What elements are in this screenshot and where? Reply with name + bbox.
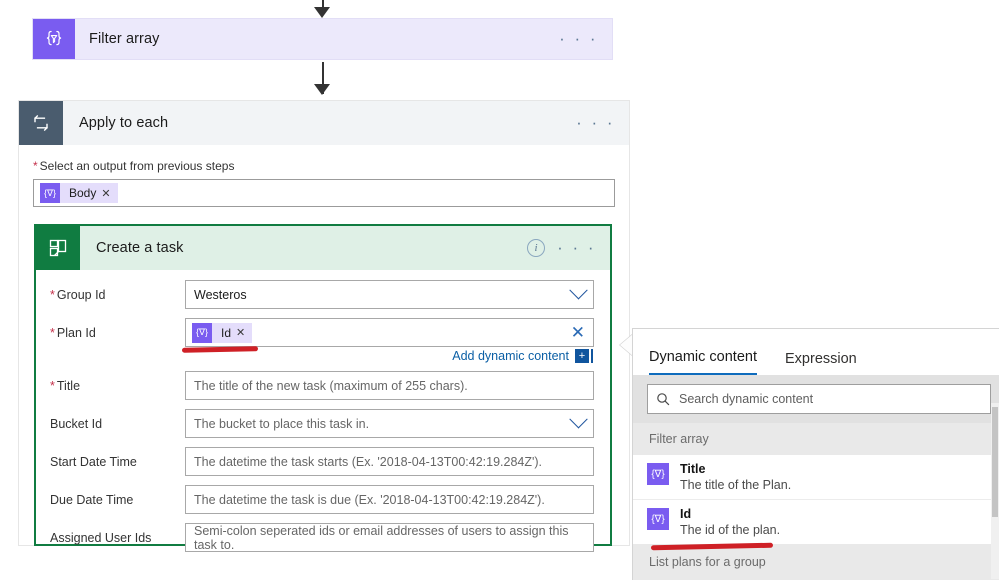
- filter-array-action-card[interactable]: Filter array · · ·: [32, 18, 613, 60]
- dynamic-item-text: Id The id of the plan.: [680, 507, 780, 538]
- field-row-group-id: * Group Id Westeros: [50, 280, 594, 309]
- group-id-value: Westeros: [194, 287, 247, 302]
- required-marker: *: [50, 287, 55, 302]
- select-output-input[interactable]: {∇} Body ✕: [33, 179, 615, 207]
- field-row-bucket-id: Bucket Id The bucket to place this task …: [50, 409, 594, 438]
- dynamic-token-body[interactable]: {∇} Body ✕: [40, 183, 118, 203]
- chevron-down-icon[interactable]: [569, 410, 588, 429]
- add-dynamic-content-link[interactable]: Add dynamic content: [452, 349, 569, 363]
- dynamic-content-tabs: Dynamic content Expression: [633, 329, 999, 375]
- field-row-due-date-time: Due Date Time The datetime the task is d…: [50, 485, 594, 514]
- text-cursor-bar: [591, 349, 593, 363]
- search-input[interactable]: Search dynamic content: [647, 384, 991, 414]
- field-row-start-date-time: Start Date Time The datetime the task st…: [50, 447, 594, 476]
- group-id-dropdown[interactable]: Westeros: [185, 280, 594, 309]
- assigned-user-ids-input[interactable]: Semi-colon seperated ids or email addres…: [185, 523, 594, 552]
- dynamic-item-id[interactable]: {∇} Id The id of the plan.: [633, 499, 999, 544]
- token-remove-icon[interactable]: ✕: [101, 187, 117, 200]
- apply-to-each-menu-button[interactable]: · · ·: [576, 114, 615, 131]
- field-label-title: * Title: [50, 379, 185, 393]
- create-a-task-title: Create a task: [96, 240, 184, 256]
- info-icon[interactable]: i: [527, 239, 546, 257]
- expression-braces-icon: {∇}: [192, 322, 212, 343]
- filter-array-title: Filter array: [89, 31, 160, 47]
- apply-to-each-header[interactable]: Apply to each · · ·: [19, 101, 629, 145]
- bucket-id-dropdown[interactable]: The bucket to place this task in.: [185, 409, 594, 438]
- expression-braces-filter-icon: [33, 19, 75, 59]
- due-date-time-input[interactable]: The datetime the task is due (Ex. '2018-…: [185, 485, 594, 514]
- required-marker: *: [50, 378, 55, 393]
- apply-to-each-header-actions: · · ·: [576, 114, 629, 131]
- field-label-text: Plan Id: [56, 325, 96, 340]
- field-label-due-date-time: Due Date Time: [50, 492, 134, 507]
- tab-dynamic-content[interactable]: Dynamic content: [649, 349, 757, 375]
- dynamic-item-description: The title of the Plan.: [680, 478, 792, 492]
- token-label: Id: [221, 325, 232, 340]
- field-row-title: * Title The title of the new task (maximu…: [50, 371, 594, 400]
- field-label-assigned-user-ids: Assigned User Ids: [50, 530, 152, 545]
- bucket-id-placeholder: The bucket to place this task in.: [194, 416, 370, 431]
- required-marker: *: [33, 159, 38, 173]
- plan-id-input[interactable]: {∇} Id ✕ ✕: [185, 318, 594, 347]
- add-plus-icon[interactable]: +: [575, 349, 589, 363]
- expression-braces-icon: {∇}: [647, 508, 669, 530]
- field-label-text: Title: [56, 378, 81, 393]
- assigned-user-ids-placeholder: Semi-colon seperated ids or email addres…: [194, 523, 569, 552]
- start-date-time-input[interactable]: The datetime the task starts (Ex. '2018-…: [185, 447, 594, 476]
- loop-repeat-icon: [19, 101, 63, 145]
- field-row-plan-id: * Plan Id {∇} Id ✕ ✕: [50, 318, 594, 347]
- create-a-task-body: * Group Id Westeros * Plan Id {∇} Id ✕ ✕…: [36, 270, 610, 552]
- select-output-label: * Select an output from previous steps: [33, 159, 615, 173]
- dynamic-item-name: Title: [680, 462, 706, 476]
- title-placeholder: The title of the new task (maximum of 25…: [194, 378, 468, 393]
- filter-array-header[interactable]: Filter array · · ·: [33, 19, 612, 59]
- dynamic-token-id[interactable]: {∇} Id ✕: [192, 322, 253, 343]
- flow-designer-canvas: Filter array · · · Apply to each · · · *…: [0, 0, 999, 580]
- search-placeholder: Search dynamic content: [679, 392, 814, 406]
- due-date-time-placeholder: The datetime the task is due (Ex. '2018-…: [194, 492, 545, 507]
- field-label-text: Group Id: [56, 287, 106, 302]
- search-icon: [657, 393, 670, 406]
- field-label-start-date-time: Start Date Time: [50, 454, 137, 469]
- dynamic-item-text: Title The title of the Plan.: [680, 462, 791, 493]
- add-dynamic-content-row: Add dynamic content +: [50, 349, 594, 363]
- microsoft-planner-icon: [36, 226, 80, 270]
- create-a-task-header[interactable]: Create a task i · · ·: [36, 226, 610, 270]
- field-label-group-id: * Group Id: [50, 288, 185, 302]
- select-output-label-text: Select an output from previous steps: [39, 159, 235, 173]
- clear-field-icon[interactable]: ✕: [571, 324, 585, 341]
- title-input[interactable]: The title of the new task (maximum of 25…: [185, 371, 594, 400]
- token-remove-icon[interactable]: ✕: [236, 326, 252, 339]
- chevron-down-icon[interactable]: [569, 281, 588, 300]
- dynamic-content-panel: Dynamic content Expression Search dynami…: [632, 328, 999, 580]
- expression-braces-icon: {∇}: [647, 463, 669, 485]
- dynamic-item-name: Id: [680, 507, 692, 521]
- dynamic-group-filter-array: Filter array: [633, 423, 999, 455]
- field-label-bucket-id: Bucket Id: [50, 416, 103, 431]
- filter-array-header-actions: · · ·: [559, 30, 612, 47]
- dynamic-content-scrollbar-thumb[interactable]: [992, 407, 998, 517]
- dynamic-content-search-area: Search dynamic content: [633, 375, 999, 423]
- connector-arrow-top: [314, 7, 330, 18]
- create-a-task-action-card[interactable]: Create a task i · · · * Group Id Westeros: [34, 224, 612, 552]
- start-date-time-placeholder: The datetime the task starts (Ex. '2018-…: [194, 454, 543, 469]
- dynamic-item-title[interactable]: {∇} Title The title of the Plan.: [633, 455, 999, 499]
- filter-array-menu-button[interactable]: · · ·: [559, 30, 598, 47]
- apply-to-each-body: * Select an output from previous steps {∇…: [19, 145, 629, 207]
- tab-expression[interactable]: Expression: [785, 351, 857, 375]
- field-label-plan-id: * Plan Id: [50, 326, 185, 340]
- expression-braces-icon: {∇}: [40, 183, 60, 203]
- required-marker: *: [50, 325, 55, 340]
- field-row-assigned-user-ids: Assigned User Ids Semi-colon seperated i…: [50, 523, 594, 552]
- dynamic-item-description: The id of the plan.: [680, 523, 781, 537]
- apply-to-each-title: Apply to each: [79, 115, 169, 131]
- connector-arrow-middle: [314, 84, 330, 95]
- token-label: Body: [69, 186, 97, 200]
- create-a-task-menu-button[interactable]: · · ·: [557, 239, 596, 256]
- create-a-task-header-actions: i · · ·: [527, 239, 610, 257]
